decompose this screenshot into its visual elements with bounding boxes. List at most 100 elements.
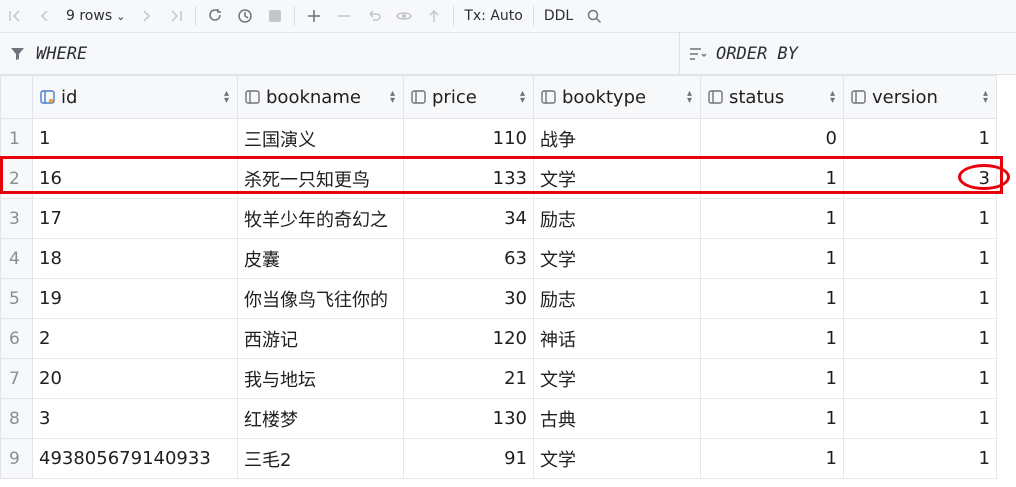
cell-price[interactable]: 133 [403, 158, 534, 199]
cell-price[interactable]: 21 [403, 358, 534, 399]
cell-price[interactable]: 63 [403, 238, 534, 279]
cell-status[interactable]: 1 [700, 358, 844, 399]
cell-version[interactable]: 1 [843, 118, 997, 159]
cell-version[interactable]: 1 [843, 318, 997, 359]
cell-bookname[interactable]: 你当像鸟飞往你的 [237, 278, 404, 319]
cell-id[interactable]: 19 [32, 278, 238, 319]
cell-booktype[interactable]: 文学 [533, 358, 701, 399]
stop-icon[interactable] [263, 4, 287, 28]
cell-price[interactable]: 30 [403, 278, 534, 319]
next-page-icon[interactable] [134, 4, 158, 28]
cell-booktype[interactable]: 战争 [533, 118, 701, 159]
add-row-icon[interactable] [302, 4, 326, 28]
cell-bookname[interactable]: 杀死一只知更鸟 [237, 158, 404, 199]
cell-status[interactable]: 1 [700, 318, 844, 359]
results-grid: id ▴ ▾ bookname ▴ ▾ price ▴ ▾ booktype ▴ ▾ statu… [0, 75, 997, 479]
cell-bookname[interactable]: 三毛2 [237, 438, 404, 479]
cell-booktype[interactable]: 文学 [533, 158, 701, 199]
sort-toggle-icon[interactable]: ▴ ▾ [390, 89, 395, 106]
table-row[interactable]: 4 18 皮囊 63 文学 1 1 [0, 238, 997, 279]
cell-booktype[interactable]: 神话 [533, 318, 701, 359]
cell-price[interactable]: 120 [403, 318, 534, 359]
cell-status[interactable]: 1 [700, 158, 844, 199]
rows-count-dropdown[interactable]: 9 rows ⌄ [66, 8, 125, 24]
column-header-id[interactable]: id ▴ ▾ [32, 75, 238, 119]
table-row[interactable]: 9 493805679140933 三毛2 91 文学 1 1 [0, 438, 997, 479]
filter-funnel-icon [8, 44, 28, 64]
cell-bookname[interactable]: 我与地坛 [237, 358, 404, 399]
cell-bookname[interactable]: 西游记 [237, 318, 404, 359]
sort-toggle-icon[interactable]: ▴ ▾ [830, 89, 835, 106]
cell-id[interactable]: 18 [32, 238, 238, 279]
cell-status[interactable]: 0 [700, 118, 844, 159]
history-clock-icon[interactable] [233, 4, 257, 28]
cell-booktype[interactable]: 文学 [533, 238, 701, 279]
toolbar-divider [195, 6, 197, 26]
column-header-bookname[interactable]: bookname ▴ ▾ [237, 75, 404, 119]
transaction-mode-dropdown[interactable]: Tx: Auto [464, 8, 523, 24]
preview-eye-icon[interactable] [392, 4, 416, 28]
refresh-icon[interactable] [203, 4, 227, 28]
cell-price[interactable]: 34 [403, 198, 534, 239]
cell-bookname[interactable]: 红楼梦 [237, 398, 404, 439]
filter-bar: WHERE ORDER BY [0, 33, 1016, 75]
cell-booktype[interactable]: 励志 [533, 278, 701, 319]
cell-id[interactable]: 16 [32, 158, 238, 199]
column-header-booktype[interactable]: booktype ▴ ▾ [533, 75, 701, 119]
cell-version[interactable]: 3 [843, 158, 997, 199]
column-header-status[interactable]: status ▴ ▾ [700, 75, 844, 119]
ddl-button[interactable]: DDL [544, 8, 573, 24]
cell-price[interactable]: 110 [403, 118, 534, 159]
chevron-down-icon: ⌄ [116, 9, 126, 23]
cell-version[interactable]: 1 [843, 358, 997, 399]
sort-toggle-icon[interactable]: ▴ ▾ [224, 89, 229, 106]
cell-bookname[interactable]: 皮囊 [237, 238, 404, 279]
cell-price[interactable]: 130 [403, 398, 534, 439]
cell-bookname[interactable]: 三国演义 [237, 118, 404, 159]
last-page-icon[interactable] [164, 4, 188, 28]
where-filter-field[interactable]: WHERE [8, 33, 668, 74]
cell-version[interactable]: 1 [843, 278, 997, 319]
cell-version[interactable]: 1 [843, 238, 997, 279]
column-header-price[interactable]: price ▴ ▾ [403, 75, 534, 119]
order-by-field[interactable]: ORDER BY [688, 33, 1008, 74]
table-row[interactable]: 7 20 我与地坛 21 文学 1 1 [0, 358, 997, 399]
table-row[interactable]: 3 17 牧羊少年的奇幻之 34 励志 1 1 [0, 198, 997, 239]
cell-id[interactable]: 3 [32, 398, 238, 439]
first-page-icon[interactable] [3, 4, 27, 28]
cell-id[interactable]: 493805679140933 [32, 438, 238, 479]
cell-status[interactable]: 1 [700, 398, 844, 439]
sort-toggle-icon[interactable]: ▴ ▾ [983, 89, 988, 106]
cell-status[interactable]: 1 [700, 278, 844, 319]
table-row[interactable]: 8 3 红楼梦 130 古典 1 1 [0, 398, 997, 439]
cell-version[interactable]: 1 [843, 438, 997, 479]
cell-status[interactable]: 1 [700, 238, 844, 279]
cell-status[interactable]: 1 [700, 438, 844, 479]
column-header-version[interactable]: version ▴ ▾ [843, 75, 997, 119]
cell-booktype[interactable]: 励志 [533, 198, 701, 239]
previous-page-icon[interactable] [33, 4, 57, 28]
cell-booktype[interactable]: 古典 [533, 398, 701, 439]
sort-toggle-icon[interactable]: ▴ ▾ [520, 89, 525, 106]
table-row[interactable]: 6 2 西游记 120 神话 1 1 [0, 318, 997, 359]
table-row[interactable]: 2 16 杀死一只知更鸟 133 文学 1 3 [0, 158, 997, 199]
cell-version[interactable]: 1 [843, 198, 997, 239]
cell-price[interactable]: 91 [403, 438, 534, 479]
table-row[interactable]: 5 19 你当像鸟飞往你的 30 励志 1 1 [0, 278, 997, 319]
cell-version[interactable]: 1 [843, 398, 997, 439]
cell-id[interactable]: 1 [32, 118, 238, 159]
submit-arrow-up-icon[interactable] [422, 4, 446, 28]
sort-toggle-icon[interactable]: ▴ ▾ [687, 89, 692, 106]
cell-booktype[interactable]: 文学 [533, 438, 701, 479]
cell-status[interactable]: 1 [700, 198, 844, 239]
where-label: WHERE [36, 43, 88, 64]
toolbar-divider [453, 6, 455, 26]
cell-id[interactable]: 20 [32, 358, 238, 399]
search-icon[interactable] [582, 4, 606, 28]
delete-row-icon[interactable] [332, 4, 356, 28]
cell-bookname[interactable]: 牧羊少年的奇幻之 [237, 198, 404, 239]
cell-id[interactable]: 17 [32, 198, 238, 239]
revert-icon[interactable] [362, 4, 386, 28]
table-row[interactable]: 1 1 三国演义 110 战争 0 1 [0, 118, 997, 159]
cell-id[interactable]: 2 [32, 318, 238, 359]
